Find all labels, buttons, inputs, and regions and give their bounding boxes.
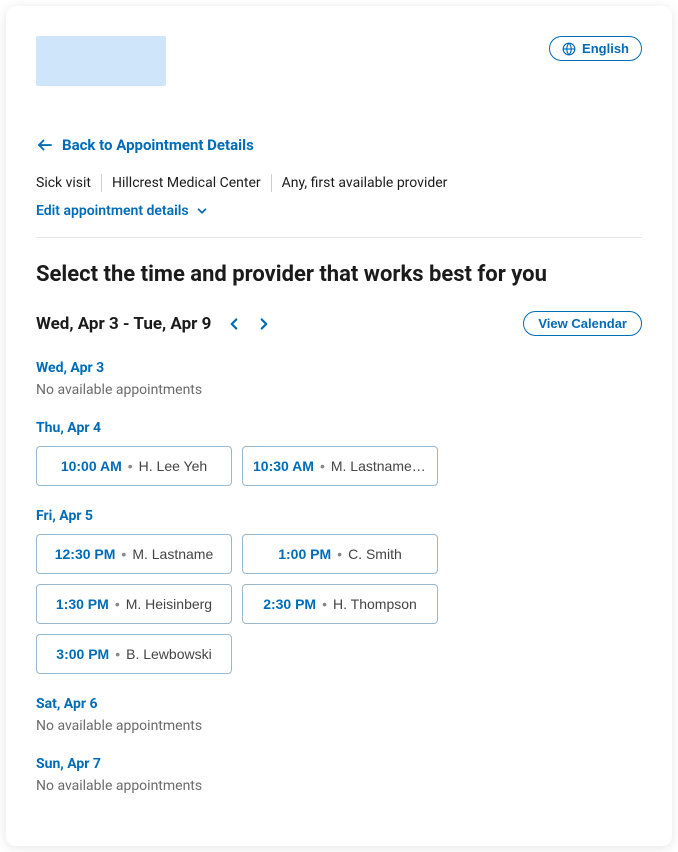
slot-time: 2:30 PM	[263, 596, 316, 612]
day-block: Fri, Apr 5 12:30 PM • M. Lastname 1:00 PM • C.…	[36, 508, 642, 674]
meta-divider	[271, 174, 272, 192]
page-title: Select the time and provider that works …	[36, 262, 642, 287]
slot-provider: H. Lee Yeh	[139, 458, 208, 474]
divider	[36, 237, 642, 238]
day-block: Thu, Apr 4 10:00 AM • H. Lee Yeh 10:30 AM • M.…	[36, 420, 642, 486]
slot-provider: B. Lewbowski	[126, 646, 212, 662]
slot-provider: M. Heisinberg	[126, 596, 212, 612]
bullet-icon: •	[115, 646, 120, 662]
day-block: Sun, Apr 7 No available appointments	[36, 756, 642, 794]
slot-time: 12:30 PM	[55, 546, 116, 562]
no-appointments-text: No available appointments	[36, 382, 642, 398]
appointment-slot[interactable]: 1:30 PM • M. Heisinberg	[36, 584, 232, 624]
day-label: Sat, Apr 6	[36, 696, 642, 712]
meta-location: Hillcrest Medical Center	[112, 175, 261, 191]
date-nav-arrows	[225, 315, 273, 333]
meta-divider	[101, 174, 102, 192]
appointment-card: English Back to Appointment Details Sick…	[6, 6, 672, 846]
language-label: English	[582, 41, 629, 56]
header-row: English	[36, 36, 642, 86]
bullet-icon: •	[115, 596, 120, 612]
next-week-button[interactable]	[255, 315, 273, 333]
view-calendar-button[interactable]: View Calendar	[523, 311, 642, 336]
chevron-right-icon	[255, 315, 273, 333]
bullet-icon: •	[322, 596, 327, 612]
day-block: Wed, Apr 3 No available appointments	[36, 360, 642, 398]
appointment-slot[interactable]: 2:30 PM • H. Thompson	[242, 584, 438, 624]
bullet-icon: •	[320, 458, 325, 474]
edit-appointment-link[interactable]: Edit appointment details	[36, 203, 209, 219]
slot-provider: C. Smith	[348, 546, 402, 562]
prev-week-button[interactable]	[225, 315, 243, 333]
day-label: Thu, Apr 4	[36, 420, 642, 436]
date-range-row: Wed, Apr 3 - Tue, Apr 9 View Calendar	[36, 311, 642, 336]
appointment-slot[interactable]: 3:00 PM • B. Lewbowski	[36, 634, 232, 674]
slot-time: 10:00 AM	[61, 458, 122, 474]
chevron-down-icon	[195, 204, 209, 218]
logo-placeholder	[36, 36, 166, 86]
bullet-icon: •	[128, 458, 133, 474]
appointment-slot[interactable]: 10:30 AM • M. Lastnamereal...	[242, 446, 438, 486]
meta-provider-pref: Any, first available provider	[282, 175, 448, 191]
slot-provider: M. Lastname	[132, 546, 213, 562]
back-label: Back to Appointment Details	[62, 136, 254, 154]
slot-time: 3:00 PM	[56, 646, 109, 662]
slot-time: 1:30 PM	[56, 596, 109, 612]
globe-icon	[562, 42, 576, 56]
slot-time: 1:00 PM	[278, 546, 331, 562]
day-block: Sat, Apr 6 No available appointments	[36, 696, 642, 734]
day-label: Wed, Apr 3	[36, 360, 642, 376]
slot-time: 10:30 AM	[253, 458, 314, 474]
appointment-slot[interactable]: 1:00 PM • C. Smith	[242, 534, 438, 574]
days-container: Wed, Apr 3 No available appointments Thu, …	[36, 360, 642, 794]
chevron-left-icon	[225, 315, 243, 333]
slot-grid: 10:00 AM • H. Lee Yeh 10:30 AM • M. Lastnamer…	[36, 446, 642, 486]
date-range-label: Wed, Apr 3 - Tue, Apr 9	[36, 314, 211, 334]
no-appointments-text: No available appointments	[36, 778, 642, 794]
slot-grid: 12:30 PM • M. Lastname 1:00 PM • C. Smith 1:30…	[36, 534, 642, 674]
range-left: Wed, Apr 3 - Tue, Apr 9	[36, 314, 273, 334]
arrow-left-icon	[36, 136, 54, 154]
appointment-slot[interactable]: 10:00 AM • H. Lee Yeh	[36, 446, 232, 486]
day-label: Sun, Apr 7	[36, 756, 642, 772]
no-appointments-text: No available appointments	[36, 718, 642, 734]
day-label: Fri, Apr 5	[36, 508, 642, 524]
appointment-slot[interactable]: 12:30 PM • M. Lastname	[36, 534, 232, 574]
edit-label: Edit appointment details	[36, 203, 189, 219]
bullet-icon: •	[337, 546, 342, 562]
slot-provider: M. Lastnamereal...	[331, 458, 427, 474]
language-selector[interactable]: English	[549, 36, 642, 61]
bullet-icon: •	[121, 546, 126, 562]
back-link[interactable]: Back to Appointment Details	[36, 136, 254, 154]
appointment-meta: Sick visit Hillcrest Medical Center Any,…	[36, 174, 642, 192]
meta-visit-type: Sick visit	[36, 175, 91, 191]
slot-provider: H. Thompson	[333, 596, 417, 612]
